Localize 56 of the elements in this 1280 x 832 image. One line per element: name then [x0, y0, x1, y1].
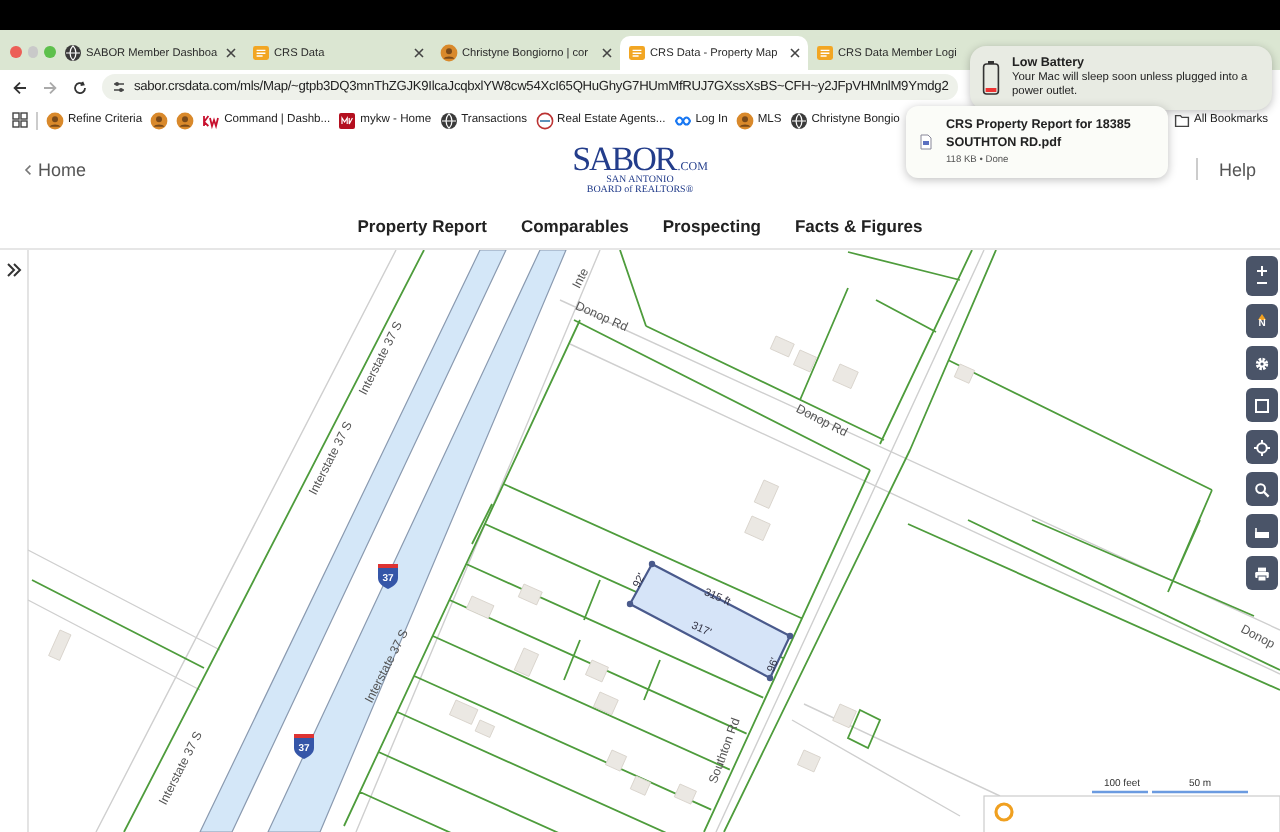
expand-panel-icon[interactable] [7, 263, 22, 277]
avatar-icon [46, 111, 64, 129]
search-icon [1254, 481, 1270, 497]
printer-icon [1254, 565, 1270, 581]
globe-icon [64, 44, 82, 62]
brand-mark-icon [202, 111, 221, 129]
logo-wordmark: SABOR [572, 142, 676, 176]
close-icon[interactable] [600, 46, 614, 60]
help-link[interactable]: Help [1218, 159, 1256, 179]
parcel-outline [846, 708, 882, 750]
close-icon[interactable] [224, 46, 238, 60]
nav-link[interactable]: Facts & Figures [794, 215, 923, 235]
document-icon [252, 44, 270, 62]
infinity-icon [673, 111, 692, 129]
folder-icon [1173, 112, 1190, 128]
close-icon[interactable] [788, 46, 802, 60]
globe-icon [439, 111, 458, 129]
file-icon [920, 134, 932, 150]
caret-up-icon [1258, 313, 1266, 319]
close-icon[interactable] [412, 46, 426, 60]
selected-parcel[interactable] [626, 560, 794, 682]
target-icon [1254, 439, 1270, 455]
nav-link[interactable]: Prospecting [662, 215, 761, 235]
select-area-button[interactable] [1246, 388, 1278, 422]
search-button[interactable] [1246, 472, 1278, 506]
avatar-icon [176, 111, 195, 129]
globe-icon [789, 111, 808, 129]
bookmark[interactable] [176, 111, 195, 129]
logo-icon [994, 802, 1014, 822]
locate-button[interactable] [1246, 430, 1278, 464]
home-link[interactable]: Home [24, 159, 87, 179]
avatar-icon [735, 111, 754, 129]
close-window-button[interactable] [10, 46, 22, 58]
bookmark[interactable] [150, 111, 169, 129]
document-icon [816, 44, 834, 62]
zoom-out-icon[interactable] [1254, 278, 1270, 288]
chevron-left-icon [24, 163, 32, 175]
ring-icon [535, 111, 554, 129]
document-icon [628, 44, 646, 62]
gear-icon [1254, 355, 1270, 371]
measure-button[interactable] [1246, 514, 1278, 548]
ruler-icon [1254, 523, 1270, 539]
back-arrow-icon[interactable] [12, 79, 28, 95]
settings-button[interactable] [1246, 346, 1278, 380]
zoom-in-icon[interactable] [1254, 264, 1270, 278]
apps-grid-icon[interactable] [12, 112, 28, 128]
battery-icon [982, 60, 1000, 96]
site-settings-icon[interactable] [112, 80, 126, 94]
nav-link[interactable]: Property Report [357, 215, 487, 235]
avatar-icon [150, 111, 169, 129]
nav-link[interactable]: Comparables [520, 215, 629, 235]
reload-icon[interactable] [72, 79, 88, 95]
avatar-icon [440, 44, 458, 62]
print-button[interactable] [1246, 556, 1278, 590]
square-logo-icon [338, 111, 357, 129]
square-icon [1254, 397, 1270, 413]
